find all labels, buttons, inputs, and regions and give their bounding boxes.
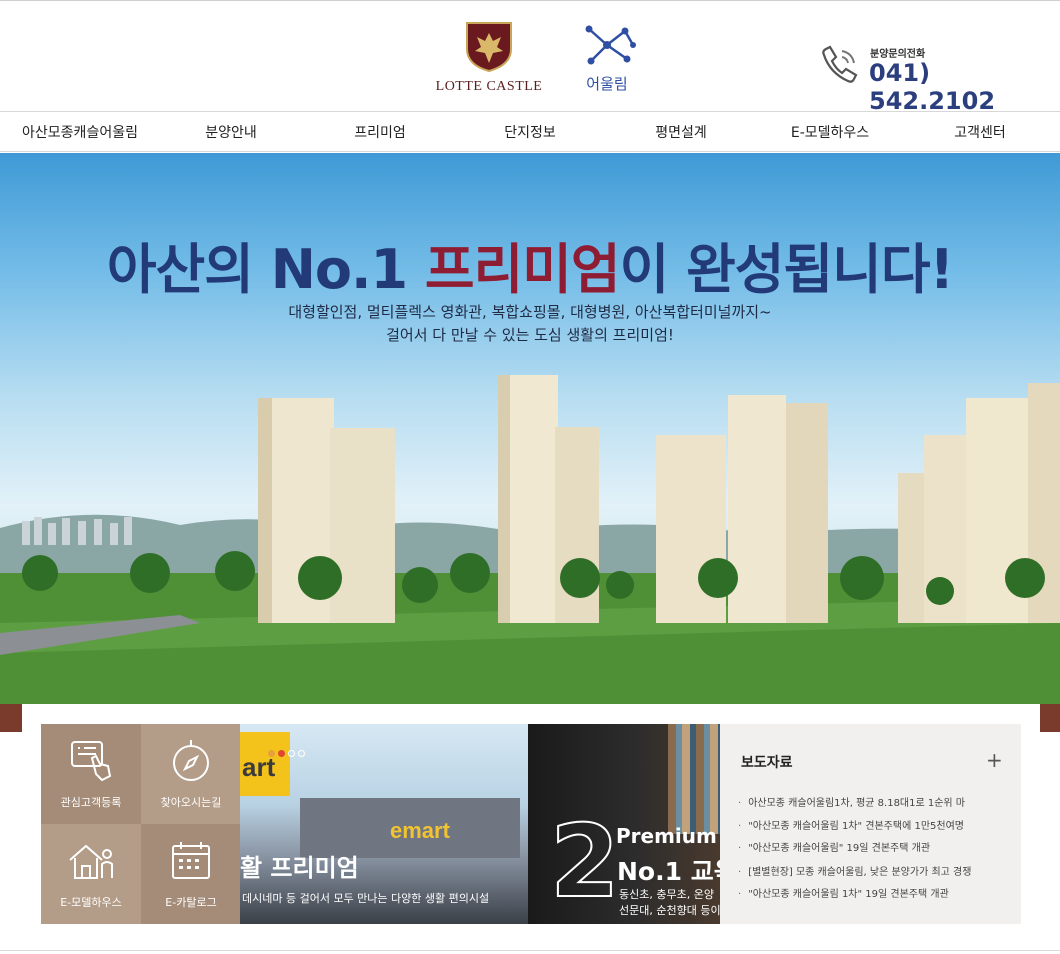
nav-item-premium[interactable]: 프리미엄 [354,122,406,142]
bookshelf [668,724,720,834]
quick-link-label: 관심고객등록 [60,796,122,809]
slide-indicator [268,742,305,761]
calendar-icon [172,842,210,879]
nav-item-complex-info[interactable]: 단지정보 [504,122,556,142]
nav-item-customer-center[interactable]: 고객센터 [954,122,1006,142]
hero-title-accent: 프리미엄 [424,238,621,301]
house-person-icon [69,844,113,879]
nav-item-about[interactable]: 아산모종캐슬어울림 [22,122,138,142]
nav-item-model-house[interactable]: E-모델하우스 [791,122,869,142]
lotte-castle-wordmark: LOTTE CASTLE [435,79,543,94]
eoullim-logo[interactable]: 어울림 [574,21,640,94]
contact-block: 분양문의전화 041) 542.2102 [818,41,1048,115]
contact-phone-number[interactable]: 041) 542.2102 [869,59,1048,115]
shopping-premium-banner[interactable]: art emart 활 프리미엄 데시네마 등 걸어서 모두 만나는 다양한 생… [240,724,528,924]
education-banner-title: No.1 교육 [617,857,720,886]
crest-icon [466,22,512,73]
compass-icon [173,740,209,781]
slide-next-button[interactable] [1040,704,1060,732]
quick-link-catalog[interactable]: E-카탈로그 [141,824,241,924]
quick-link-model-house[interactable]: E-모델하우스 [41,824,141,924]
main-nav: 아산모종캐슬어울림 분양안내 프리미엄 단지정보 평면설계 E-모델하우스 고객… [0,111,1060,152]
slide-dot[interactable] [278,750,285,757]
hero-banner: 아산의 No.1 프리미엄이 완성됩니다! 대형할인점, 멀티플렉스 영화관, … [0,153,1060,704]
shopping-banner-title: 활 프리미엄 [240,854,359,882]
nav-item-floor-plan[interactable]: 평면설계 [655,122,707,142]
premium-number: 2 [549,803,621,920]
contact-label: 분양문의전화 [870,49,926,60]
emart-store-sign: emart [390,818,450,843]
hero-title-pre: 아산의 No.1 [106,238,425,301]
education-banner-desc-line1: 동신초, 충무초, 온양 [619,888,714,901]
quick-link-label: E-모델하우스 [60,896,122,909]
slide-dot[interactable] [288,750,295,757]
lotte-castle-logo[interactable]: LOTTE CASTLE [424,21,554,95]
hero-subtitle-line2: 걸어서 다 만날 수 있는 도심 생활의 프리미엄! [386,326,674,344]
footer-divider [0,950,1060,951]
quick-link-register[interactable]: 관심고객등록 [41,724,141,824]
site-header: LOTTE CASTLE 어울림 분양문의전화 041) 542.2102 [0,1,1060,115]
quick-link-label: 찾아오시는길 [160,796,222,809]
slide-prev-button[interactable] [0,704,22,732]
news-item[interactable]: [별별현장] 모종 캐슬어울림, 낮은 분양가가 최고 경쟁 [738,863,1013,878]
premium-label: Premium [616,824,717,848]
slide-dot[interactable] [298,750,305,757]
press-release-panel: 보도자료 + 아산모종 캐슬어울림1차, 평균 8.18대1로 1순위 마 "아… [720,724,1021,924]
news-item[interactable]: "아산모종 캐슬어울림 1차" 19일 견본주택 개관 [738,885,1013,900]
news-item[interactable]: 아산모종 캐슬어울림1차, 평균 8.18대1로 1순위 마 [738,794,1013,809]
more-plus-icon[interactable]: + [986,750,1003,770]
education-banner-desc-line2: 선문대, 순천향대 등이 [619,904,720,917]
hero-subtitle-line1: 대형할인점, 멀티플렉스 영화관, 복합쇼핑몰, 대형병원, 아산복합터미널까지… [288,303,772,321]
hero-title: 아산의 No.1 프리미엄이 완성됩니다! [0,225,1060,304]
shopping-banner-desc: 데시네마 등 걸어서 모두 만나는 다양한 생활 편의시설 [242,892,490,905]
molecule-icon [585,25,636,65]
eoullim-wordmark: 어울림 [586,75,628,93]
form-hand-icon [71,741,112,782]
education-premium-banner[interactable]: 2 Premium No.1 교육 동신초, 충무초, 온양 선문대, 순천향대… [528,724,720,924]
quick-link-directions[interactable]: 찾아오시는길 [141,724,241,824]
news-item[interactable]: "아산모종 캐슬어울림 1차" 견본주택에 1만5천여명 [738,817,1013,832]
phone-icon [822,45,858,83]
news-item[interactable]: "아산모종 캐슬어울림" 19일 견본주택 개관 [738,839,1013,854]
press-release-title: 보도자료 [741,755,793,771]
nav-item-sale-info[interactable]: 분양안내 [205,122,257,142]
slide-dot-active[interactable] [268,750,275,757]
hero-title-post: 이 완성됩니다! [619,238,955,301]
quick-link-label: E-카탈로그 [165,896,217,909]
